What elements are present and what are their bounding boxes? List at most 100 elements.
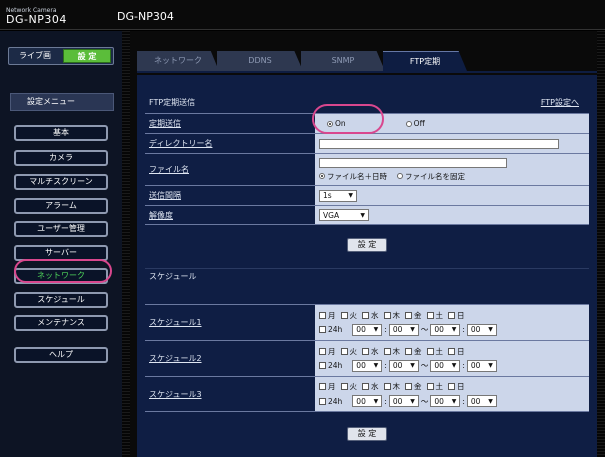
- start-minute-select-value: 00: [392, 361, 403, 370]
- tab-network[interactable]: ネットワーク: [137, 51, 219, 71]
- tab-ddns[interactable]: DDNS: [217, 51, 303, 71]
- filename-datetime-radio[interactable]: ファイル名＋日時: [319, 171, 387, 182]
- schedule-row: スケジュール1 月火水木金土日 24h 00 ▼:00 ▼ ～ 00 ▼:00 ▼: [145, 304, 589, 340]
- directory-input[interactable]: [319, 138, 559, 149]
- start-hour-select[interactable]: 00 ▼: [352, 395, 383, 407]
- sidebar-item-schedule[interactable]: スケジュール: [14, 292, 108, 308]
- dropdown-arrow-icon: ▼: [348, 192, 353, 199]
- sidebar-item-alarm[interactable]: アラーム: [14, 198, 108, 214]
- day-checkbox[interactable]: 火: [340, 381, 357, 392]
- schedule-section-title: スケジュール: [149, 272, 197, 281]
- radio-dot-off: [405, 120, 412, 127]
- end-hour-select[interactable]: 00 ▼: [430, 359, 461, 372]
- sidebar: ライブ画 設 定 設定メニュー 基本 カメラ マルチスクリーン アラーム ユーザ…: [0, 31, 122, 457]
- time-range: 24h 00 ▼:00 ▼ ～ 00 ▼:00 ▼: [319, 395, 497, 407]
- start-minute-select[interactable]: 00 ▼: [388, 395, 419, 407]
- dropdown-arrow-icon: ▼: [410, 397, 415, 405]
- app-window: Network Camera DG-NP304 DG-NP304 ライブ画 設 …: [0, 0, 605, 457]
- day-label: 土: [435, 382, 444, 391]
- day-checkbox[interactable]: 土: [426, 310, 443, 321]
- day-label: 金: [414, 310, 422, 320]
- sidebar-item-basic[interactable]: 基本: [14, 125, 108, 141]
- time-range: 24h 00 ▼:00 ▼ ～ 00 ▼:00 ▼: [319, 323, 497, 336]
- checkbox-box: [426, 347, 434, 355]
- tab-ftp-periodic[interactable]: FTP定期: [383, 51, 467, 71]
- allday-checkbox[interactable]: 24h: [319, 325, 342, 334]
- day-label: 日: [457, 310, 465, 320]
- day-checkbox[interactable]: 木: [383, 310, 400, 321]
- schedule-set-button[interactable]: 設 定: [347, 427, 387, 441]
- day-checkbox[interactable]: 日: [448, 381, 465, 392]
- resolution-row: 解像度 VGA ▼: [145, 205, 589, 225]
- day-checkbox[interactable]: 水: [362, 346, 379, 357]
- checkbox-box: [405, 383, 412, 390]
- sidebar-item-maintenance[interactable]: メンテナンス: [14, 315, 108, 331]
- dropdown-arrow-icon: ▼: [373, 362, 379, 369]
- resolution-select[interactable]: VGA ▼: [319, 209, 369, 221]
- end-minute-select[interactable]: 00 ▼: [466, 323, 497, 336]
- interval-selected: 1s: [323, 191, 332, 200]
- day-checkbox[interactable]: 日: [448, 310, 465, 321]
- off-label: Off: [413, 119, 425, 128]
- day-checkbox[interactable]: 水: [362, 381, 379, 392]
- start-hour-select[interactable]: 00 ▼: [352, 323, 383, 336]
- radio-dot-fixed: [397, 173, 403, 179]
- sidebar-item-help[interactable]: ヘルプ: [14, 347, 108, 363]
- periodic-off-radio[interactable]: Off: [405, 119, 425, 128]
- end-hour-select[interactable]: 00 ▼: [430, 395, 461, 407]
- allday-checkbox[interactable]: 24h: [319, 361, 342, 370]
- day-checkbox[interactable]: 木: [383, 346, 400, 357]
- schedule-row-label: スケジュール3: [145, 377, 315, 411]
- day-label: 水: [371, 382, 379, 391]
- dropdown-arrow-icon: ▼: [410, 326, 415, 333]
- day-checkbox[interactable]: 金: [405, 381, 422, 392]
- end-minute-select[interactable]: 00 ▼: [466, 395, 497, 407]
- time-colon: :: [462, 396, 465, 406]
- filename-input[interactable]: [319, 157, 507, 168]
- checkbox-box: [340, 311, 348, 319]
- checkbox-box: [448, 347, 455, 355]
- day-checkbox[interactable]: 月: [319, 381, 336, 392]
- day-checkbox[interactable]: 水: [362, 310, 379, 321]
- ftp-settings-link[interactable]: FTP設定へ: [541, 95, 579, 111]
- start-minute-select[interactable]: 00 ▼: [388, 359, 419, 372]
- filename-options: ファイル名＋日時 ファイル名を固定: [319, 171, 525, 182]
- day-checkbox[interactable]: 月: [319, 346, 336, 357]
- radio-dot-datetime: [319, 173, 325, 179]
- day-checkbox[interactable]: 月: [319, 310, 336, 321]
- day-checkbox[interactable]: 火: [340, 310, 357, 321]
- day-checkbox[interactable]: 木: [383, 381, 400, 392]
- live-button[interactable]: ライブ画: [11, 50, 59, 62]
- setup-button[interactable]: 設 定: [63, 49, 111, 63]
- start-hour-select-value: 00: [356, 396, 366, 406]
- day-checkbox[interactable]: 日: [448, 346, 465, 357]
- allday-checkbox[interactable]: 24h: [319, 397, 342, 406]
- interval-select[interactable]: 1s ▼: [319, 189, 357, 202]
- day-checkbox[interactable]: 金: [405, 310, 422, 321]
- sidebar-item-user-management[interactable]: ユーザー管理: [14, 221, 108, 237]
- dropdown-arrow-icon: ▼: [488, 326, 493, 333]
- directory-label: ディレクトリー名: [145, 134, 315, 153]
- checkbox-box: [319, 383, 326, 390]
- interval-row: 送信間隔 1s ▼: [145, 185, 589, 205]
- end-hour-select-value: 00: [434, 361, 444, 370]
- tab-snmp[interactable]: SNMP: [301, 51, 385, 71]
- dropdown-arrow-icon: ▼: [451, 362, 457, 369]
- sidebar-item-multiscreen[interactable]: マルチスクリーン: [14, 174, 108, 190]
- end-minute-select[interactable]: 00 ▼: [466, 359, 497, 372]
- start-minute-select[interactable]: 00 ▼: [388, 323, 419, 336]
- time-tilde: ～: [420, 325, 429, 334]
- filename-fixed-radio[interactable]: ファイル名を固定: [397, 171, 465, 182]
- day-checkbox[interactable]: 金: [405, 346, 422, 357]
- day-checkbox[interactable]: 土: [426, 381, 444, 392]
- resolution-value: VGA ▼: [315, 206, 589, 224]
- day-checkbox[interactable]: 火: [340, 346, 357, 357]
- schedule-row-label: スケジュール1: [145, 305, 315, 340]
- ftp-set-button[interactable]: 設 定: [347, 238, 387, 252]
- sidebar-item-camera[interactable]: カメラ: [14, 150, 108, 166]
- checkbox-box: [340, 347, 348, 355]
- day-checkbox[interactable]: 土: [426, 346, 443, 357]
- checkbox-box: [319, 347, 326, 355]
- start-hour-select[interactable]: 00 ▼: [352, 359, 383, 372]
- end-hour-select[interactable]: 00 ▼: [430, 323, 461, 336]
